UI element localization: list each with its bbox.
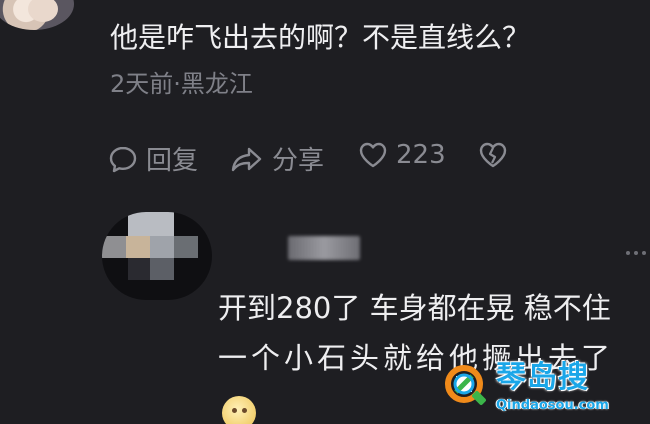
- reply-avatar[interactable]: [102, 212, 212, 300]
- like-count: 223: [396, 140, 446, 170]
- avatar-pixel: [128, 212, 174, 236]
- watermark-logo-icon: [445, 365, 486, 405]
- avatar-pixel: [126, 236, 150, 258]
- avatar-pixel: [128, 258, 150, 280]
- watermark-url: Qindaosou.com: [496, 398, 609, 413]
- avatar-pixel: [102, 236, 126, 258]
- like-button[interactable]: 223: [358, 140, 446, 170]
- avatar-pixel: [174, 236, 198, 258]
- emoji-icon: [222, 396, 256, 424]
- avatar-pixel: [150, 258, 174, 280]
- heart-icon: [359, 142, 387, 168]
- reply-username-blurred[interactable]: [288, 236, 360, 260]
- more-icon[interactable]: [626, 248, 650, 258]
- commenter-avatar[interactable]: [0, 0, 74, 30]
- reply-button[interactable]: 回复: [108, 140, 198, 177]
- share-button[interactable]: 分享: [230, 140, 324, 177]
- watermark-title: 琴岛搜: [496, 360, 589, 395]
- broken-heart-icon: [479, 142, 507, 168]
- share-arrow-icon: [231, 147, 262, 171]
- reply-bubble-icon: [109, 146, 137, 172]
- reply-label: 回复: [146, 146, 199, 176]
- comment-meta: 2天前·黑龙江: [110, 70, 253, 98]
- dislike-button[interactable]: [478, 140, 508, 170]
- avatar-pixel: [150, 236, 174, 258]
- comment-text: 他是咋飞出去的啊？不是直线么？: [110, 21, 531, 54]
- share-label: 分享: [272, 146, 325, 176]
- reply-text-line1: 开到280了 车身都在晃 稳不住: [218, 291, 611, 325]
